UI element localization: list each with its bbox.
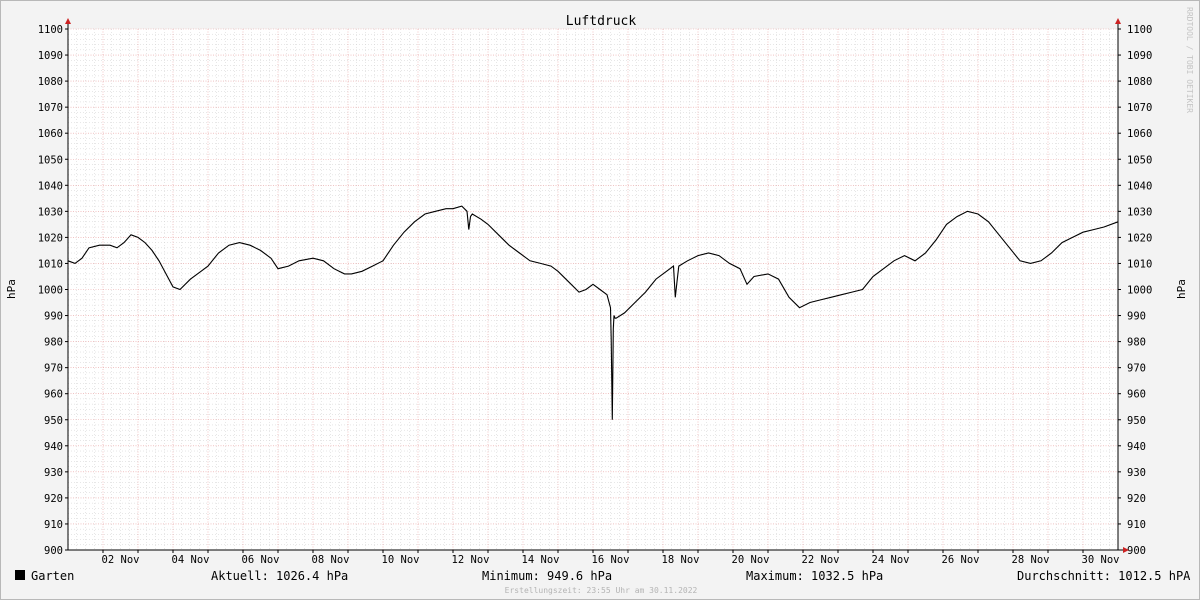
y-tick-label: 910 (44, 519, 63, 531)
x-tick-label: 12 Nov (452, 554, 490, 566)
y-tick-label-right: 1090 (1127, 50, 1152, 62)
y-tick-label-right: 930 (1127, 467, 1146, 479)
chart-title: Luftdruck (566, 14, 637, 29)
y-tick-label-right: 980 (1127, 337, 1146, 349)
y-axis-arrow-left (65, 18, 71, 24)
y-tick-label-right: 940 (1127, 441, 1146, 453)
y-tick-label: 1030 (38, 206, 63, 218)
legend-row: Garten Aktuell: 1026.4 hPa Minimum: 949.… (1, 567, 1200, 585)
x-tick-label: 08 Nov (312, 554, 350, 566)
y-tick-label: 940 (44, 441, 63, 453)
y-tick-label-right: 970 (1127, 363, 1146, 375)
legend-series-name: Garten (31, 569, 75, 583)
y-tick-label: 980 (44, 337, 63, 349)
y-tick-label-right: 920 (1127, 493, 1146, 505)
y-tick-label: 960 (44, 389, 63, 401)
y-tick-label: 1050 (38, 154, 63, 166)
y-tick-label-right: 1060 (1127, 128, 1152, 140)
footer-timestamp: Erstellungszeit: 23:55 Uhr am 30.11.2022 (504, 586, 698, 595)
x-tick-label: 24 Nov (872, 554, 910, 566)
x-tick-label: 16 Nov (592, 554, 630, 566)
y-tick-label: 1010 (38, 258, 63, 270)
x-tick-label: 26 Nov (942, 554, 980, 566)
y-tick-label-right: 1100 (1127, 24, 1152, 36)
y-tick-label: 1070 (38, 102, 63, 114)
y-tick-label: 1040 (38, 180, 63, 192)
x-tick-label: 14 Nov (522, 554, 560, 566)
y-tick-label: 970 (44, 363, 63, 375)
x-tick-label: 06 Nov (242, 554, 280, 566)
y-tick-label: 1090 (38, 50, 63, 62)
y-tick-label-right: 1080 (1127, 76, 1152, 88)
y-tick-label-right: 1040 (1127, 180, 1152, 192)
y-axis-label-right: hPa (1175, 279, 1188, 299)
x-tick-label: 02 Nov (102, 554, 140, 566)
y-tick-labels-right: 900 910 920 930 940 950 960 970 980 990 1000 1010 10… (1127, 24, 1152, 557)
pressure-chart: 900 910 920 930 940 950 960 970 980 990 1000 1010 10… (5, 7, 1194, 566)
y-tick-label: 950 (44, 415, 63, 427)
legend-minimum: Minimum: 949.6 hPa (482, 569, 613, 583)
y-axis-label-left: hPa (5, 279, 18, 299)
x-tick-label: 20 Nov (732, 554, 770, 566)
y-axis-arrow-right (1115, 18, 1121, 24)
legend-current: Aktuell: 1026.4 hPa (211, 569, 349, 583)
x-tick-label: 04 Nov (172, 554, 210, 566)
y-tick-label-right: 1030 (1127, 206, 1152, 218)
y-tick-label-right: 1070 (1127, 102, 1152, 114)
watermark: RRDTOOL / TOBI OETIKER (1185, 7, 1194, 113)
y-tick-label-right: 950 (1127, 415, 1146, 427)
y-tick-label: 990 (44, 311, 63, 323)
y-tick-label-right: 900 (1127, 545, 1146, 557)
y-tick-label: 920 (44, 493, 63, 505)
y-tick-label-right: 990 (1127, 311, 1146, 323)
y-tick-label: 930 (44, 467, 63, 479)
x-tick-labels: 02 Nov 04 Nov 06 Nov 08 Nov 10 Nov 12 Nov 14 N… (102, 554, 1120, 566)
y-tick-label-right: 1050 (1127, 154, 1152, 166)
y-tick-label: 1080 (38, 76, 63, 88)
y-tick-label-right: 1020 (1127, 232, 1152, 244)
y-tick-label-right: 960 (1127, 389, 1146, 401)
legend-swatch-garten (15, 570, 25, 580)
y-tick-label-right: 1010 (1127, 258, 1152, 270)
y-tick-label-right: 1000 (1127, 285, 1152, 297)
y-tick-label: 1100 (38, 24, 63, 36)
x-tick-label: 18 Nov (662, 554, 700, 566)
y-tick-label: 1060 (38, 128, 63, 140)
legend-maximum: Maximum: 1032.5 hPa (746, 569, 884, 583)
y-tick-labels-left: 900 910 920 930 940 950 960 970 980 990 1000 1010 10… (38, 24, 63, 557)
y-tick-label: 900 (44, 545, 63, 557)
x-tick-label: 30 Nov (1082, 554, 1120, 566)
x-tick-label: 28 Nov (1012, 554, 1050, 566)
y-tick-label: 1000 (38, 285, 63, 297)
major-grid (68, 28, 1118, 551)
y-tick-label-right: 910 (1127, 519, 1146, 531)
chart-frame: 900 910 920 930 940 950 960 970 980 990 1000 1010 10… (0, 0, 1200, 600)
y-tick-label: 1020 (38, 232, 63, 244)
x-tick-label: 10 Nov (382, 554, 420, 566)
legend-average: Durchschnitt: 1012.5 hPA (1017, 569, 1191, 583)
x-tick-label: 22 Nov (802, 554, 840, 566)
